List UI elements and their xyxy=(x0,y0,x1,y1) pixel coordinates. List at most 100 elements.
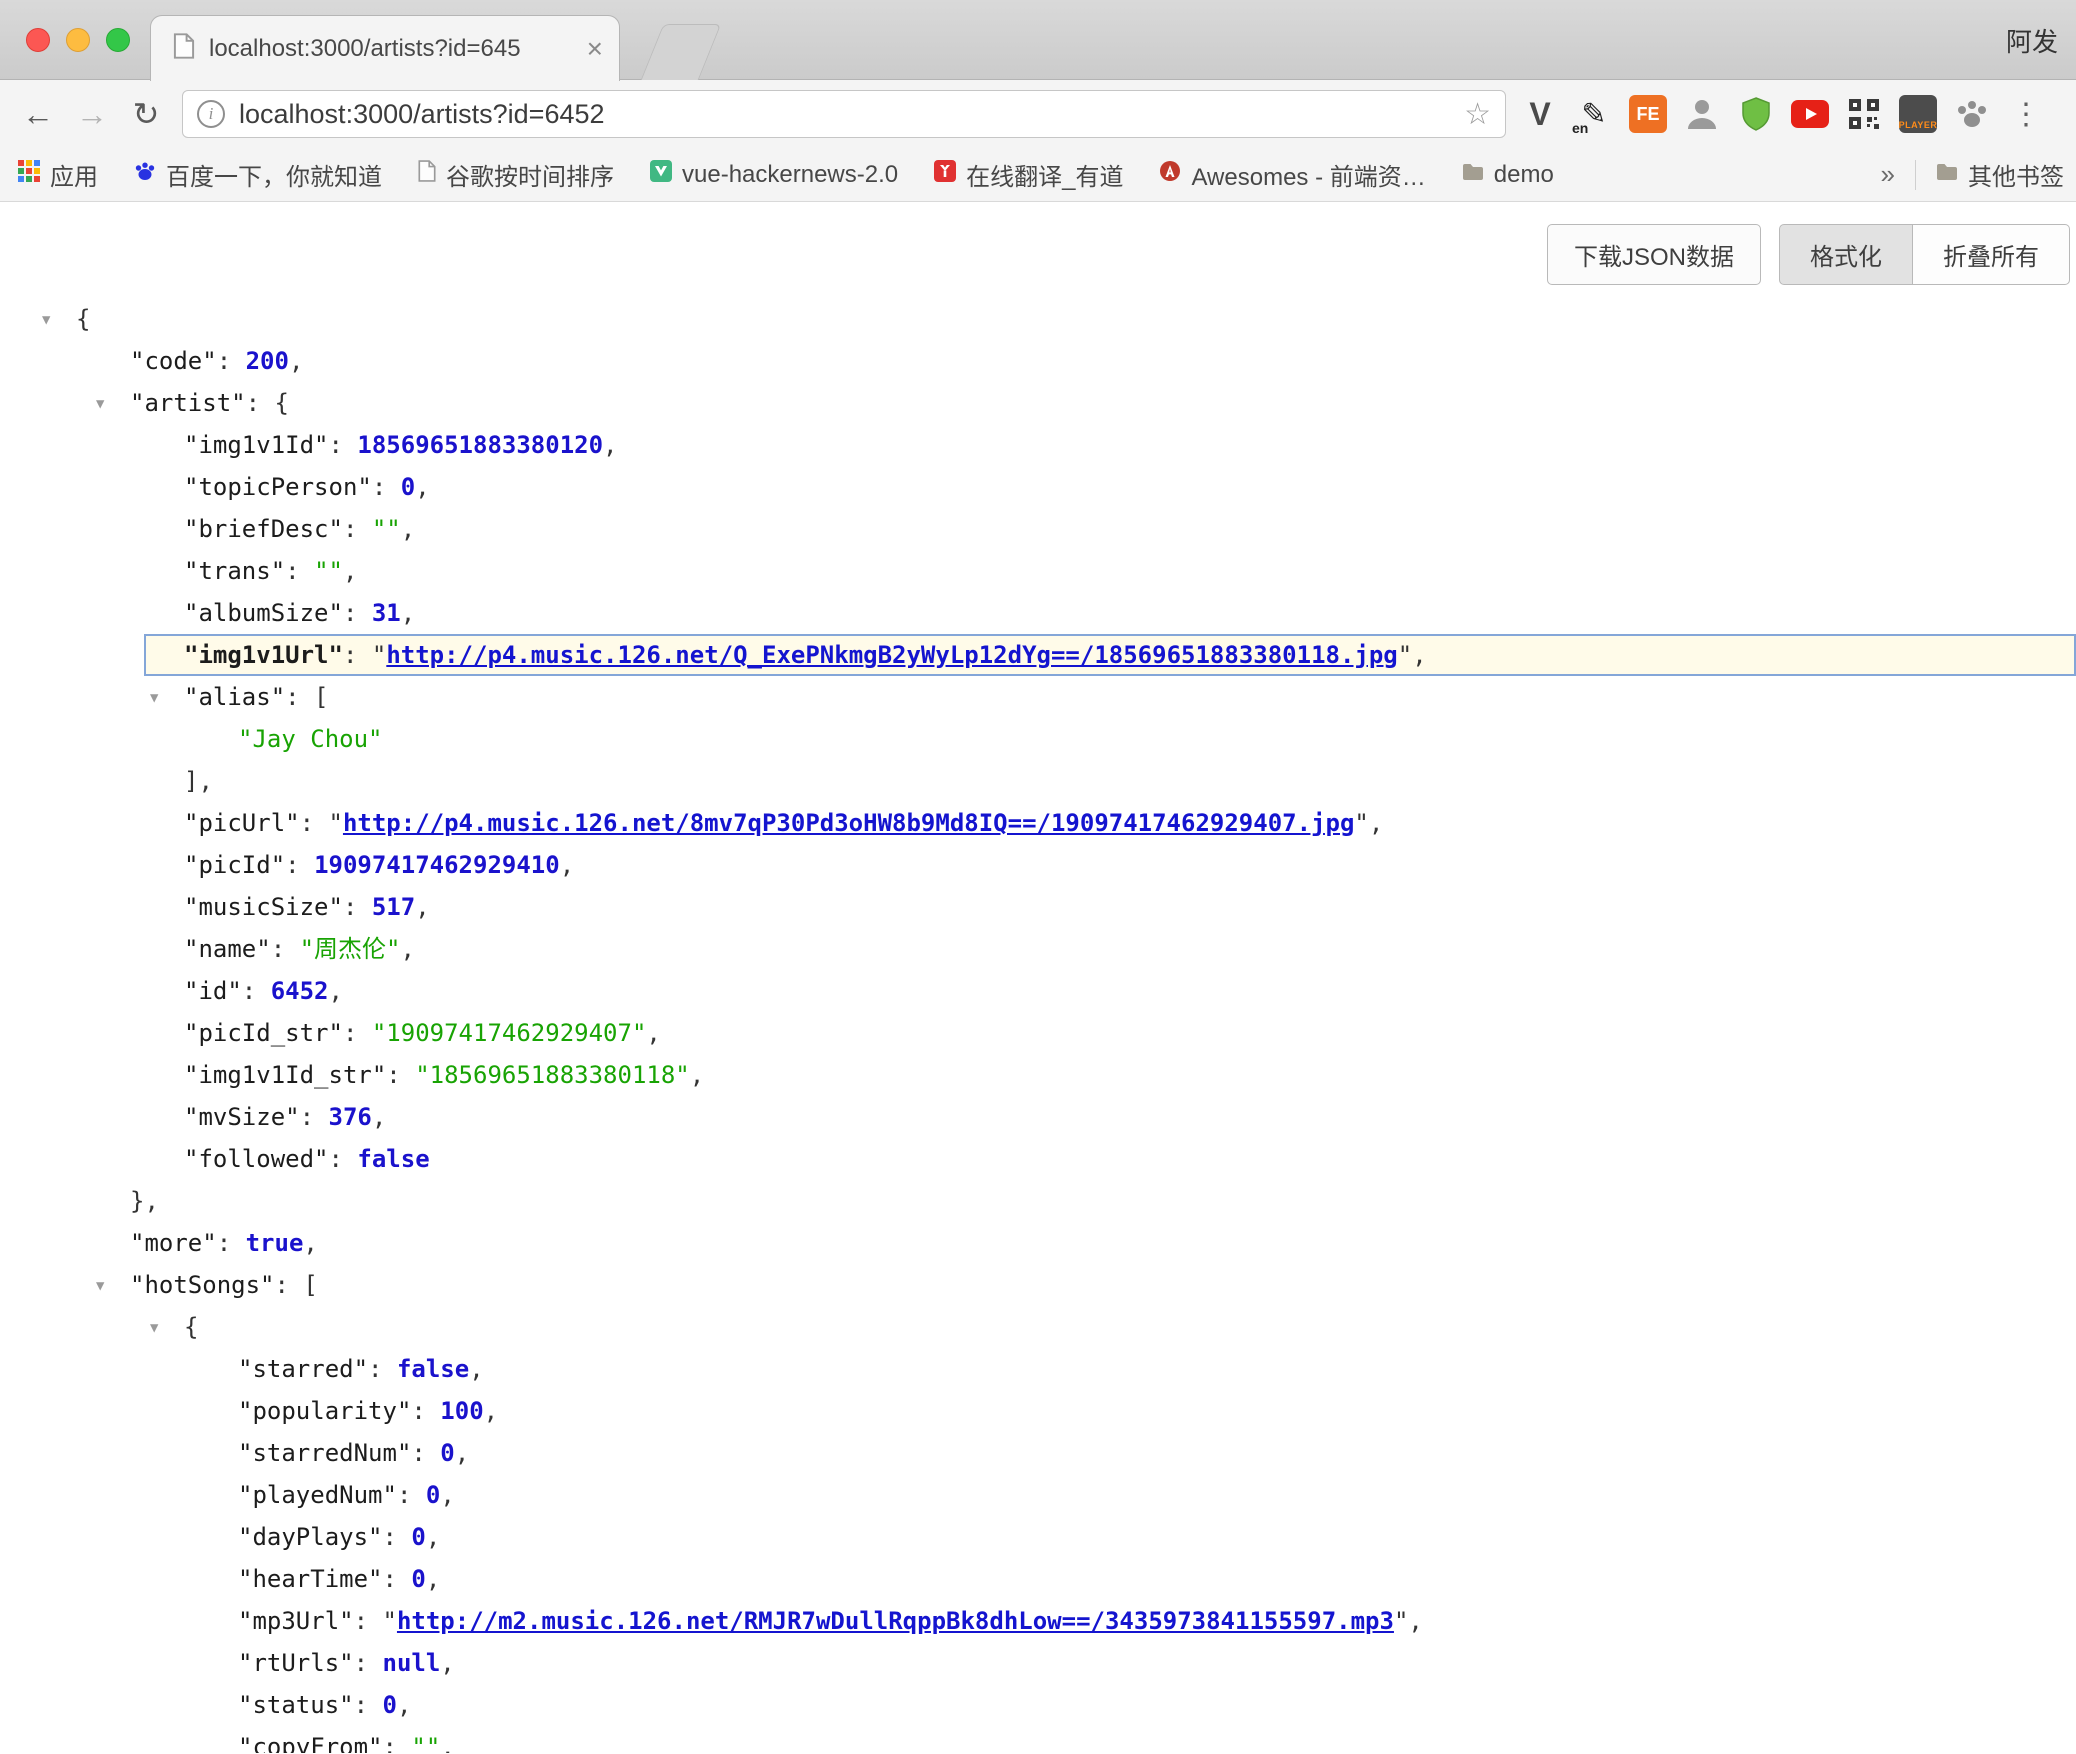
json-value: : xyxy=(411,1397,440,1425)
json-value: }, xyxy=(130,1187,159,1215)
json-tree: ▼{"code": 200,▼"artist": {"img1v1Id": 18… xyxy=(0,202,2076,1753)
json-value: : xyxy=(343,599,372,627)
json-line: "id": 6452, xyxy=(0,970,2076,1012)
json-url-link[interactable]: http://p4.music.126.net/Q_ExePNkmgB2yWyL… xyxy=(386,641,1397,669)
json-value: : xyxy=(386,1061,415,1089)
json-line: "copyFrom": "", xyxy=(0,1726,2076,1753)
json-value: : { xyxy=(246,389,289,417)
json-line: ▼"alias": [ xyxy=(0,676,2076,718)
bookmark-baidu[interactable]: 百度一下，你就知道 xyxy=(134,157,382,192)
collapse-arrow-icon[interactable]: ▼ xyxy=(96,1265,104,1307)
json-value: : xyxy=(343,641,372,669)
page-info-icon[interactable]: i xyxy=(197,100,225,128)
json-value: , xyxy=(440,1481,454,1509)
json-key: "albumSize" xyxy=(184,599,343,627)
collapse-arrow-icon[interactable]: ▼ xyxy=(42,299,50,341)
browser-tab[interactable]: localhost:3000/artists?id=645 × xyxy=(150,15,620,81)
translate-label: en xyxy=(1572,120,1588,136)
json-value: : xyxy=(383,1733,412,1753)
bookmark-apps[interactable]: 应用 xyxy=(18,157,98,192)
json-line: "rtUrls": null, xyxy=(0,1642,2076,1684)
json-line: "Jay Chou" xyxy=(0,718,2076,760)
json-value: true xyxy=(246,1229,304,1257)
profile-name[interactable]: 阿发 xyxy=(2006,0,2058,80)
window-minimize-button[interactable] xyxy=(66,28,90,52)
youtube-extension-icon[interactable] xyxy=(1786,90,1834,138)
json-key: "status" xyxy=(238,1691,354,1719)
bookmark-label: 谷歌按时间排序 xyxy=(446,157,614,192)
page-icon xyxy=(418,160,436,189)
window-zoom-button[interactable] xyxy=(106,28,130,52)
bookmark-google-sort[interactable]: 谷歌按时间排序 xyxy=(418,157,614,192)
bookmarks-divider xyxy=(1915,160,1916,190)
json-token: " xyxy=(1394,1607,1408,1635)
json-value: : xyxy=(411,1439,440,1467)
json-value: , xyxy=(401,515,415,543)
json-key: "hotSongs" xyxy=(130,1271,275,1299)
fe-extension-icon[interactable]: FE xyxy=(1624,90,1672,138)
other-bookmarks-folder[interactable]: 其他书签 xyxy=(1936,157,2064,192)
bookmark-demo-folder[interactable]: demo xyxy=(1462,161,1554,189)
bookmark-star-icon[interactable]: ☆ xyxy=(1464,97,1491,132)
json-value: : xyxy=(343,515,372,543)
json-url-link[interactable]: http://p4.music.126.net/8mv7qP30Pd3oHW8b… xyxy=(343,809,1354,837)
forward-button[interactable]: → xyxy=(68,90,116,138)
json-line: "picUrl": "http://p4.music.126.net/8mv7q… xyxy=(0,802,2076,844)
bookmarks-overflow-icon[interactable]: » xyxy=(1881,159,1895,190)
json-value: , xyxy=(426,1523,440,1551)
json-line: "topicPerson": 0, xyxy=(0,466,2076,508)
json-value: , xyxy=(426,1565,440,1593)
user-extension-icon[interactable] xyxy=(1678,90,1726,138)
json-value: : xyxy=(354,1649,383,1677)
window-close-button[interactable] xyxy=(26,28,50,52)
folder-icon xyxy=(1462,161,1484,189)
json-key: "briefDesc" xyxy=(184,515,343,543)
bookmark-awesomes[interactable]: Awesomes - 前端资… xyxy=(1159,157,1425,192)
json-token: " xyxy=(372,641,386,669)
json-url-link[interactable]: http://m2.music.126.net/RMJR7wDullRqppBk… xyxy=(397,1607,1394,1635)
bookmark-vue-hackernews[interactable]: vue-hackernews-2.0 xyxy=(650,160,898,189)
json-key: "more" xyxy=(130,1229,217,1257)
json-key: "hearTime" xyxy=(238,1565,383,1593)
json-value: : xyxy=(354,1607,383,1635)
new-tab-button[interactable] xyxy=(641,24,722,80)
json-key: "picUrl" xyxy=(184,809,300,837)
tab-close-icon[interactable]: × xyxy=(587,35,603,63)
json-key: "starred" xyxy=(238,1355,368,1383)
collapse-all-button[interactable]: 折叠所有 xyxy=(1913,224,2070,285)
json-value: : [ xyxy=(275,1271,318,1299)
qrcode-extension-icon[interactable] xyxy=(1840,90,1888,138)
json-key: "topicPerson" xyxy=(184,473,372,501)
page-content: 下载JSON数据 格式化 折叠所有 ▼{"code": 200,▼"artist… xyxy=(0,202,2076,1753)
bookmark-label: 在线翻译_有道 xyxy=(966,157,1123,192)
json-value: : xyxy=(217,1229,246,1257)
vimium-extension-icon[interactable]: V xyxy=(1516,90,1564,138)
json-value: , xyxy=(469,1355,483,1383)
back-button[interactable]: ← xyxy=(14,90,62,138)
extensions-area: V ✎ en FE PLAYER xyxy=(1516,90,2050,138)
collapse-arrow-icon[interactable]: ▼ xyxy=(96,383,104,425)
chrome-menu-icon[interactable]: ⋮ xyxy=(2002,90,2050,138)
format-button[interactable]: 格式化 xyxy=(1779,224,1913,285)
url-text[interactable]: localhost:3000/artists?id=6452 xyxy=(239,99,1464,130)
paw-extension-icon[interactable] xyxy=(1948,90,1996,138)
json-key: "starredNum" xyxy=(238,1439,411,1467)
reload-button[interactable]: ↻ xyxy=(122,90,170,138)
address-bar[interactable]: i localhost:3000/artists?id=6452 ☆ xyxy=(182,90,1506,138)
baidu-paw-icon xyxy=(134,160,156,189)
bookmark-youdao[interactable]: 在线翻译_有道 xyxy=(934,157,1123,192)
json-value: , xyxy=(289,347,303,375)
collapse-arrow-icon[interactable]: ▼ xyxy=(150,677,158,719)
shield-extension-icon[interactable] xyxy=(1732,90,1780,138)
json-value: false xyxy=(397,1355,469,1383)
json-viewer-toolbar: 下载JSON数据 格式化 折叠所有 xyxy=(1547,224,2070,285)
download-json-button[interactable]: 下载JSON数据 xyxy=(1547,224,1761,285)
json-value: 0 xyxy=(401,473,415,501)
player-extension-icon[interactable]: PLAYER xyxy=(1894,90,1942,138)
json-line: "name": "周杰伦", xyxy=(0,928,2076,970)
json-value: : xyxy=(397,1481,426,1509)
json-value: 0 xyxy=(411,1565,425,1593)
translate-extension-icon[interactable]: ✎ en xyxy=(1570,90,1618,138)
json-line: ▼"artist": { xyxy=(0,382,2076,424)
collapse-arrow-icon[interactable]: ▼ xyxy=(150,1307,158,1349)
